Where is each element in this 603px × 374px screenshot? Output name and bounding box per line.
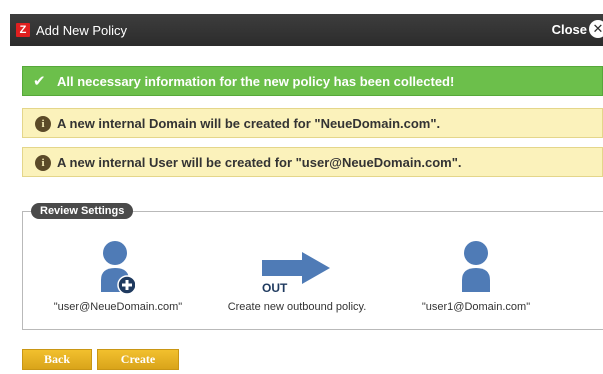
domain-info-banner: i A new internal Domain will be created … <box>22 108 603 138</box>
info-icon: i <box>35 116 51 132</box>
user-info-banner: i A new internal User will be created fo… <box>22 147 603 177</box>
review-settings-legend: Review Settings <box>31 203 134 219</box>
direction-description: Create new outbound policy. <box>227 301 367 313</box>
info-icon: i <box>35 155 51 171</box>
close-icon[interactable]: ✕ <box>589 20 603 38</box>
dialog-title: Add New Policy <box>36 23 128 38</box>
recipient-address: "user1@Domain.com" <box>421 301 531 313</box>
dialog-titlebar: Z Add New Policy Close ✕ <box>10 14 603 46</box>
user-add-icon <box>101 241 135 295</box>
sender-address: "user@NeueDomain.com" <box>53 301 183 313</box>
back-button[interactable]: Back <box>22 349 92 370</box>
success-message: All necessary information for the new po… <box>57 74 455 89</box>
user-icon <box>462 241 490 292</box>
add-policy-dialog: Z Add New Policy Close ✕ ✔ All necessary… <box>0 0 603 374</box>
app-logo-icon: Z <box>16 23 30 37</box>
domain-info-message: A new internal Domain will be created fo… <box>57 116 441 131</box>
create-button[interactable]: Create <box>97 349 179 370</box>
direction-label: OUT <box>262 281 288 295</box>
user-info-message: A new internal User will be created for … <box>57 155 462 170</box>
check-icon: ✔ <box>33 73 46 90</box>
success-banner: ✔ All necessary information for the new … <box>22 66 603 96</box>
arrow-right-icon <box>262 252 330 284</box>
close-button-label[interactable]: Close <box>552 22 587 37</box>
